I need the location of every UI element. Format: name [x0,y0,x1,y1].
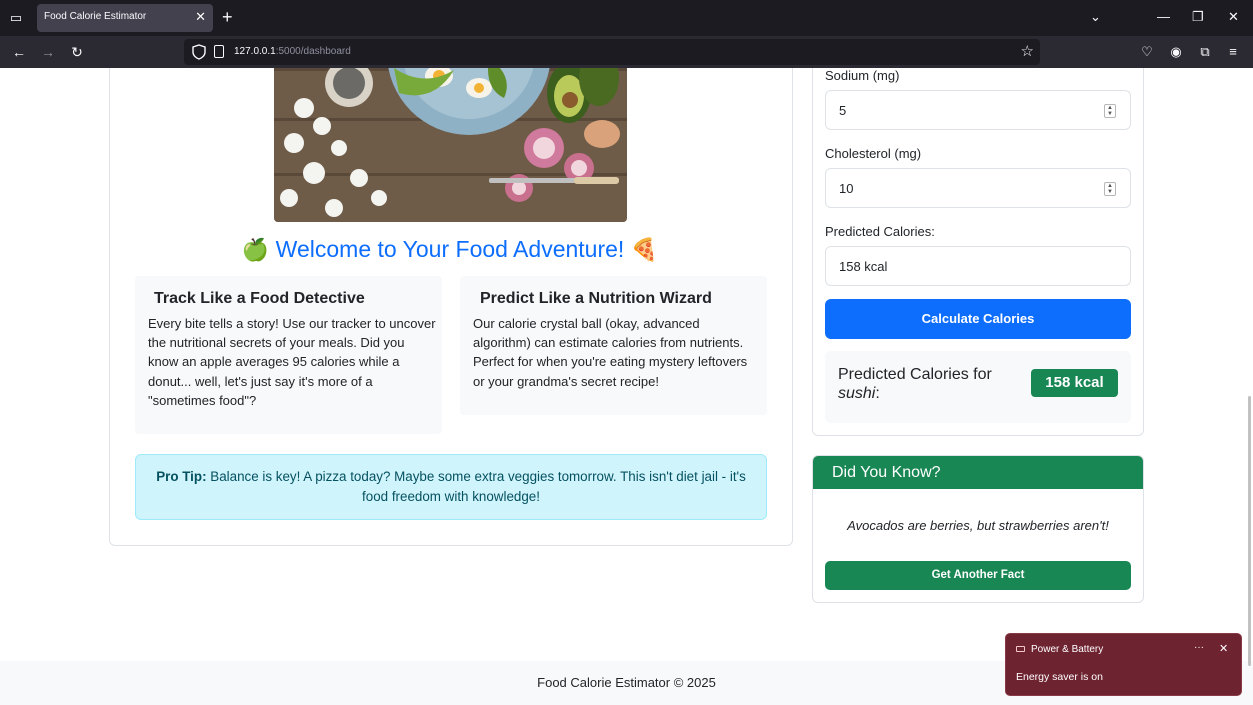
calorie-result-badge: 158 kcal [1031,369,1118,397]
toast-more-icon[interactable]: ··· [1194,642,1204,653]
url-bar[interactable]: 127.0.0.1:5000/dashboard ☆ [184,39,1040,65]
welcome-heading: 🍏 Welcome to Your Food Adventure! 🍕 [0,236,900,263]
apple-emoji-icon: 🍏 [241,237,270,262]
back-icon[interactable]: ← [9,42,29,62]
browser-nav-bar: ← → ↻ 127.0.0.1:5000/dashboard ☆ ♡ ◉ ⧉ ≡ [0,36,1253,68]
url-path: :5000/dashboard [275,46,351,57]
info-card-tracker: Track Like a Food Detective Every bite t… [135,276,442,434]
predicted-calories-field[interactable]: 158 kcal [825,246,1131,286]
calculate-calories-button[interactable]: Calculate Calories [825,299,1131,339]
restore-icon[interactable]: ❐ [1192,8,1204,26]
bookmark-star-icon[interactable]: ☆ [1021,42,1034,60]
get-another-fact-button[interactable]: Get Another Fact [825,561,1131,590]
result-food-name: sushi [838,385,876,402]
system-toast-notification[interactable]: Power & Battery ··· ✕ Energy saver is on [1005,633,1242,696]
pro-tip-label: Pro Tip: [156,469,207,484]
scrollbar-thumb[interactable] [1248,396,1251,666]
toast-close-icon[interactable]: ✕ [1219,642,1228,655]
page-content: 🍏 Welcome to Your Food Adventure! 🍕 Trac… [0,68,1253,705]
did-you-know-header: Did You Know? [813,456,1143,489]
url-host: 127.0.0.1 [234,46,276,57]
prediction-result-text: Predicted Calories for sushi: [838,366,992,402]
welcome-text: Welcome to Your Food Adventure! [275,236,625,262]
predicted-calories-value: 158 kcal [839,259,888,274]
page-info-icon[interactable] [214,45,224,58]
did-you-know-title: Did You Know? [832,464,941,481]
browser-tab-bar: ▭ Food Calorie Estimator ✕ + ⌄ — ❐ ✕ [0,0,1253,36]
account-icon[interactable]: ◉ [1167,43,1185,61]
extensions-icon[interactable]: ⧉ [1196,43,1214,61]
pizza-emoji-icon: 🍕 [630,237,659,262]
sodium-label: Sodium (mg) [825,68,900,83]
pro-tip-text: Balance is key! A pizza today? Maybe som… [210,469,746,504]
reload-icon[interactable]: ↻ [67,42,87,62]
footer-text: Food Calorie Estimator © 2025 [537,675,716,690]
sodium-input[interactable]: 5 ▲ ▼ [825,90,1131,130]
predicted-calories-label: Predicted Calories: [825,224,935,239]
info-card-body: Every bite tells a story! Use our tracke… [148,316,436,408]
fun-fact-text: Avocados are berries, but strawberries a… [847,518,1109,533]
toast-body: Energy saver is on [1016,671,1103,683]
shield-icon[interactable] [192,44,206,60]
menu-icon[interactable]: ≡ [1224,43,1242,61]
tab-list-icon[interactable]: ▭ [6,8,26,28]
pro-tip-alert: Pro Tip: Balance is key! A pizza today? … [135,454,767,520]
pocket-icon[interactable]: ♡ [1138,43,1156,61]
tab-overflow-chevron-icon[interactable]: ⌄ [1090,8,1101,26]
cholesterol-value: 10 [839,181,854,196]
sodium-value: 5 [839,103,847,118]
info-card-title: Predict Like a Nutrition Wizard [480,290,712,307]
battery-icon [1016,646,1025,652]
did-you-know-card: Did You Know? Avocados are berries, but … [812,455,1144,603]
cholesterol-input[interactable]: 10 ▲ ▼ [825,168,1131,208]
url-text[interactable]: 127.0.0.1:5000/dashboard [234,46,351,57]
tab-title: Food Calorie Estimator [44,11,147,22]
info-card-title: Track Like a Food Detective [154,290,365,307]
info-card-predictor: Predict Like a Nutrition Wizard Our calo… [460,276,767,415]
prediction-result: Predicted Calories for sushi: 158 kcal [825,351,1131,423]
cholesterol-label: Cholesterol (mg) [825,146,922,161]
forward-icon[interactable]: → [38,42,58,62]
window-close-icon[interactable]: ✕ [1228,8,1239,26]
browser-tab[interactable]: Food Calorie Estimator ✕ [37,4,213,32]
tab-close-icon[interactable]: ✕ [195,9,206,25]
result-prefix: Predicted Calories for [838,366,992,383]
cholesterol-spinner-icon[interactable]: ▲ ▼ [1104,182,1116,196]
toast-title: Power & Battery [1031,644,1104,655]
minimize-icon[interactable]: — [1157,8,1170,26]
hero-food-image [274,68,627,222]
sodium-spinner-icon[interactable]: ▲ ▼ [1104,104,1116,118]
info-card-body: Our calorie crystal ball (okay, advanced… [473,316,748,389]
new-tab-icon[interactable]: + [222,7,233,27]
